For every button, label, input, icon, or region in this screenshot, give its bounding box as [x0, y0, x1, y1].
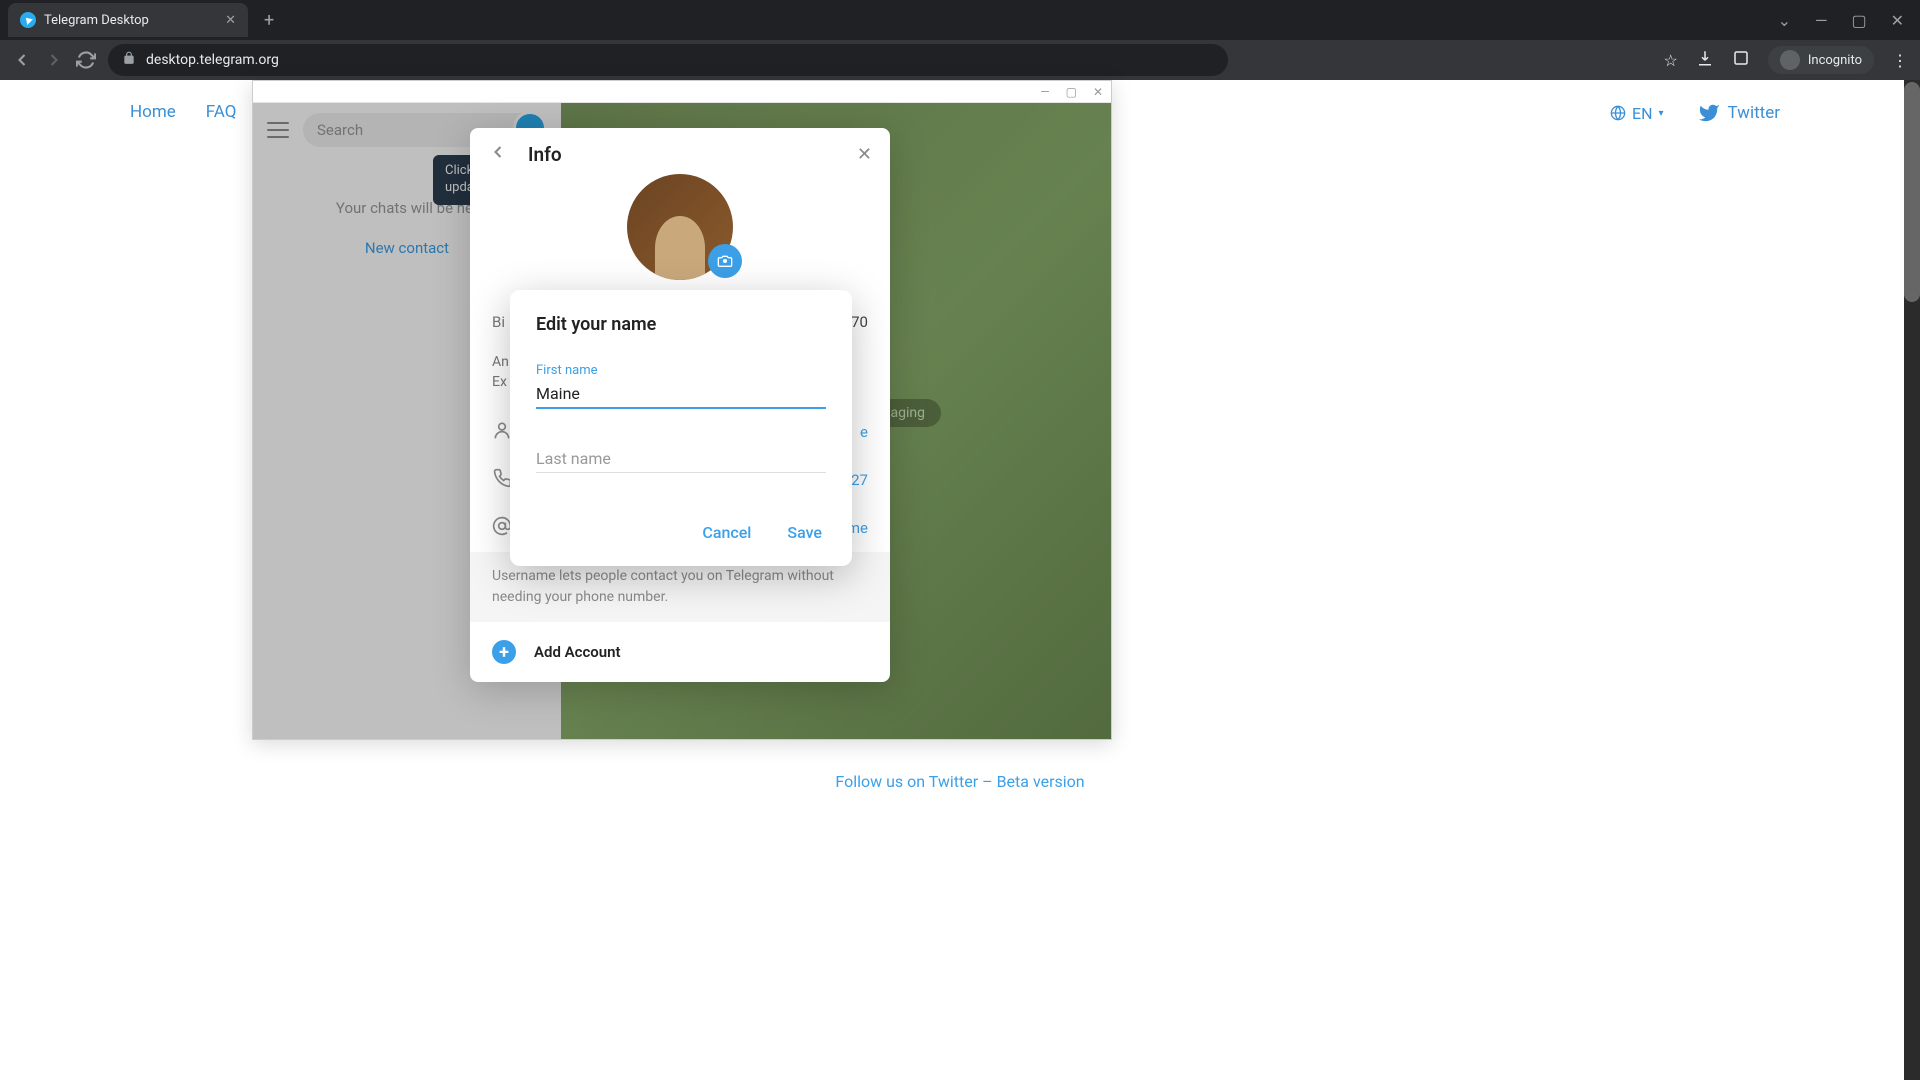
extensions-icon[interactable]: [1732, 49, 1750, 71]
star-icon[interactable]: ☆: [1664, 51, 1678, 70]
globe-icon: [1610, 105, 1626, 121]
twitter-label: Twitter: [1728, 103, 1780, 123]
twitter-link[interactable]: Twitter: [1698, 102, 1780, 124]
back-icon[interactable]: [488, 142, 508, 166]
window-controls: ⌄ ― ▢ ✕: [1778, 11, 1920, 30]
tab-title: Telegram Desktop: [44, 13, 149, 28]
info-panel-title: Info: [528, 143, 562, 166]
bio-label-partial: Bi: [492, 313, 505, 331]
new-tab-button[interactable]: +: [256, 6, 282, 35]
url-text: desktop.telegram.org: [146, 52, 279, 68]
app-maximize-icon[interactable]: ▢: [1066, 85, 1077, 99]
plus-icon: +: [492, 640, 516, 664]
lock-icon: [122, 51, 136, 69]
page-content: Home FAQ EN ▾ Twitter ― ▢ ✕ Search: [0, 80, 1920, 1080]
tab-close-icon[interactable]: ✕: [225, 13, 236, 28]
address-bar: desktop.telegram.org ☆ Incognito ⋮: [0, 40, 1920, 80]
reload-button[interactable]: [76, 50, 96, 70]
save-button[interactable]: Save: [783, 517, 826, 548]
forward-button[interactable]: [44, 50, 64, 70]
first-name-input[interactable]: [536, 380, 826, 409]
add-account-button[interactable]: + Add Account: [470, 622, 890, 682]
language-selector[interactable]: EN ▾: [1610, 104, 1664, 123]
change-photo-button[interactable]: [708, 244, 742, 278]
site-nav-left: Home FAQ: [130, 102, 236, 122]
tab-bar: Telegram Desktop ✕ + ⌄ ― ▢ ✕: [0, 0, 1920, 40]
telegram-favicon-icon: [20, 12, 36, 28]
add-account-label: Add Account: [534, 643, 621, 661]
url-field[interactable]: desktop.telegram.org: [108, 44, 1228, 76]
minimize-icon[interactable]: ―: [1815, 11, 1828, 30]
browser-chrome: Telegram Desktop ✕ + ⌄ ― ▢ ✕ desktop.tel…: [0, 0, 1920, 80]
app-minimize-icon[interactable]: ―: [1040, 85, 1049, 99]
footer-link[interactable]: Follow us on Twitter – Beta version: [835, 772, 1084, 791]
language-label: EN: [1632, 104, 1653, 123]
page-scrollbar[interactable]: [1904, 80, 1920, 1080]
app-close-icon[interactable]: ✕: [1093, 85, 1103, 99]
incognito-icon: [1780, 50, 1800, 70]
back-button[interactable]: [12, 50, 32, 70]
nav-home[interactable]: Home: [130, 102, 176, 122]
phone-partial: 70: [851, 313, 868, 331]
edit-name-modal: Edit your name First name Cancel Save: [510, 290, 852, 566]
camera-icon: [717, 253, 733, 269]
username-action-partial: e: [860, 423, 868, 441]
last-name-input[interactable]: [536, 445, 826, 473]
close-icon[interactable]: ✕: [857, 144, 872, 165]
incognito-label: Incognito: [1808, 53, 1862, 68]
chevron-down-icon: ▾: [1658, 108, 1663, 119]
phone-value-partial: 27: [851, 471, 868, 489]
incognito-badge[interactable]: Incognito: [1768, 46, 1874, 74]
chevron-down-icon[interactable]: ⌄: [1778, 11, 1791, 30]
browser-tab[interactable]: Telegram Desktop ✕: [8, 3, 248, 37]
first-name-label: First name: [536, 363, 826, 378]
close-window-icon[interactable]: ✕: [1891, 11, 1904, 30]
downloads-icon[interactable]: [1696, 49, 1714, 71]
maximize-icon[interactable]: ▢: [1851, 11, 1866, 30]
edit-modal-title: Edit your name: [536, 314, 826, 335]
cancel-button[interactable]: Cancel: [698, 517, 755, 548]
twitter-icon: [1698, 102, 1720, 124]
app-titlebar: ― ▢ ✕: [253, 81, 1111, 103]
scrollbar-thumb[interactable]: [1904, 82, 1920, 302]
nav-faq[interactable]: FAQ: [206, 102, 237, 122]
site-nav-right: EN ▾ Twitter: [1610, 102, 1780, 124]
kebab-menu-icon[interactable]: ⋮: [1892, 51, 1908, 70]
